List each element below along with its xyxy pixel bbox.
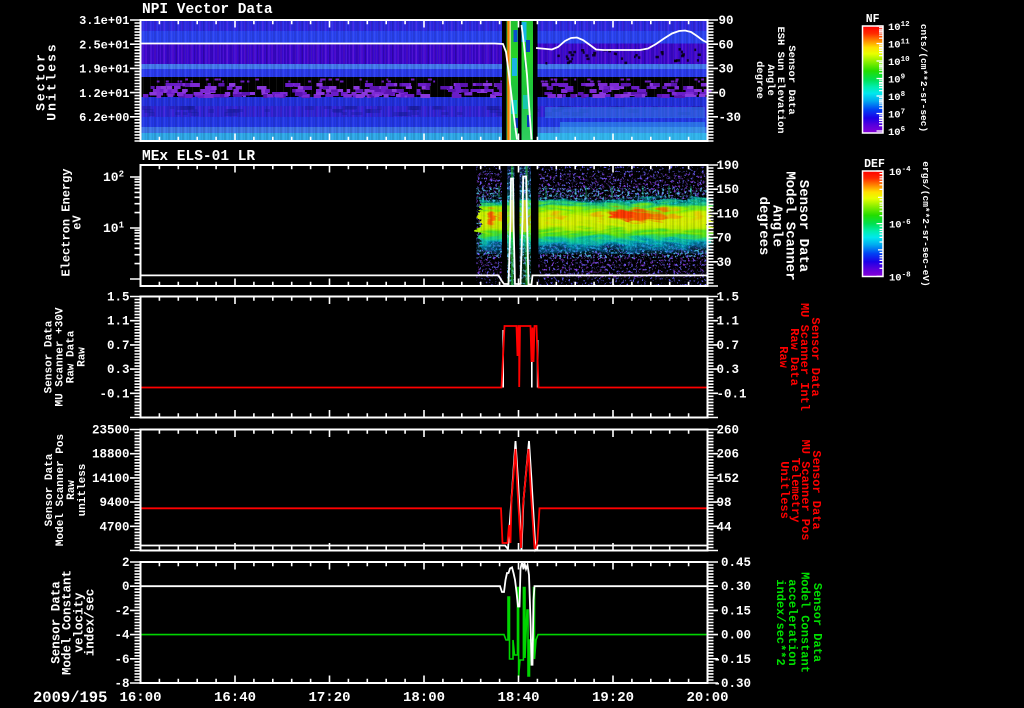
svg-text:14100: 14100 bbox=[92, 472, 130, 486]
svg-text:18:40: 18:40 bbox=[497, 690, 539, 706]
svg-text:0.7: 0.7 bbox=[107, 339, 130, 353]
svg-text:1.5: 1.5 bbox=[107, 291, 130, 305]
svg-text:17:20: 17:20 bbox=[308, 690, 350, 706]
svg-text:Unitless: Unitless bbox=[45, 42, 60, 120]
svg-text:18800: 18800 bbox=[92, 448, 130, 462]
svg-text:-0.15: -0.15 bbox=[714, 653, 752, 667]
svg-text:-4: -4 bbox=[114, 629, 130, 643]
svg-text:1.2e+01: 1.2e+01 bbox=[79, 87, 129, 101]
svg-text:0.3: 0.3 bbox=[107, 363, 130, 377]
svg-text:cnts/(cm**2-sr-sec): cnts/(cm**2-sr-sec) bbox=[918, 24, 929, 132]
svg-text:3.1e+01: 3.1e+01 bbox=[79, 14, 129, 28]
svg-text:0.30: 0.30 bbox=[721, 580, 751, 594]
svg-text:16:00: 16:00 bbox=[119, 690, 161, 706]
svg-text:152: 152 bbox=[717, 472, 740, 486]
svg-text:16:40: 16:40 bbox=[214, 690, 256, 706]
svg-text:18:00: 18:00 bbox=[403, 690, 445, 706]
svg-text:ergs/(cm**2-sr-sec-eV): ergs/(cm**2-sr-sec-eV) bbox=[920, 161, 931, 286]
svg-text:index/sec**2: index/sec**2 bbox=[773, 579, 787, 665]
svg-text:0: 0 bbox=[122, 580, 130, 594]
svg-text:20:00: 20:00 bbox=[686, 690, 728, 706]
svg-text:70: 70 bbox=[717, 232, 732, 246]
svg-text:4700: 4700 bbox=[99, 520, 129, 534]
svg-text:206: 206 bbox=[717, 448, 740, 462]
svg-text:degree: degree bbox=[753, 61, 765, 99]
svg-text:unitless: unitless bbox=[77, 464, 89, 517]
svg-text:0.00: 0.00 bbox=[721, 629, 751, 643]
svg-text:0.3: 0.3 bbox=[717, 363, 740, 377]
svg-text:0.15: 0.15 bbox=[721, 604, 751, 618]
svg-text:index/sec: index/sec bbox=[84, 589, 98, 657]
svg-text:30: 30 bbox=[719, 63, 734, 77]
svg-text:0.7: 0.7 bbox=[717, 339, 740, 353]
svg-text:NPI Vector Data: NPI Vector Data bbox=[142, 2, 273, 18]
svg-text:30: 30 bbox=[717, 256, 732, 270]
svg-text:-6: -6 bbox=[114, 653, 129, 667]
svg-text:260: 260 bbox=[717, 424, 740, 438]
svg-text:2009/195: 2009/195 bbox=[33, 689, 107, 707]
svg-text:MEx ELS-01 LR: MEx ELS-01 LR bbox=[142, 149, 255, 165]
svg-text:1.9e+01: 1.9e+01 bbox=[79, 63, 129, 77]
svg-text:DEF: DEF bbox=[864, 158, 885, 171]
svg-text:2: 2 bbox=[122, 556, 130, 570]
svg-text:1.1: 1.1 bbox=[717, 315, 740, 329]
svg-text:90: 90 bbox=[719, 14, 734, 28]
svg-text:0.45: 0.45 bbox=[721, 556, 751, 570]
svg-text:98: 98 bbox=[717, 496, 732, 510]
svg-text:19:20: 19:20 bbox=[592, 690, 634, 706]
svg-text:0: 0 bbox=[719, 87, 727, 101]
svg-text:-0.1: -0.1 bbox=[717, 387, 747, 401]
svg-text:-30: -30 bbox=[719, 111, 742, 125]
svg-text:60: 60 bbox=[719, 38, 734, 52]
svg-text:Unitless: Unitless bbox=[777, 461, 791, 519]
svg-text:-0.1: -0.1 bbox=[99, 387, 129, 401]
svg-text:NF: NF bbox=[866, 13, 880, 26]
svg-text:1.5: 1.5 bbox=[717, 291, 740, 305]
svg-text:44: 44 bbox=[717, 520, 733, 534]
svg-text:-2: -2 bbox=[114, 604, 129, 618]
svg-text:190: 190 bbox=[717, 159, 740, 173]
svg-text:Raw: Raw bbox=[776, 346, 790, 368]
svg-text:-8: -8 bbox=[114, 677, 129, 691]
svg-text:110: 110 bbox=[717, 207, 740, 221]
svg-text:6.2e+00: 6.2e+00 bbox=[79, 111, 129, 125]
svg-text:2.5e+01: 2.5e+01 bbox=[79, 38, 129, 52]
svg-text:150: 150 bbox=[717, 183, 740, 197]
svg-text:eV: eV bbox=[71, 215, 85, 230]
svg-text:-0.30: -0.30 bbox=[714, 677, 752, 691]
svg-text:degrees: degrees bbox=[755, 197, 771, 256]
svg-text:Raw: Raw bbox=[77, 347, 89, 367]
svg-text:9400: 9400 bbox=[99, 496, 129, 510]
svg-text:1.1: 1.1 bbox=[107, 315, 130, 329]
svg-text:23500: 23500 bbox=[92, 424, 130, 438]
